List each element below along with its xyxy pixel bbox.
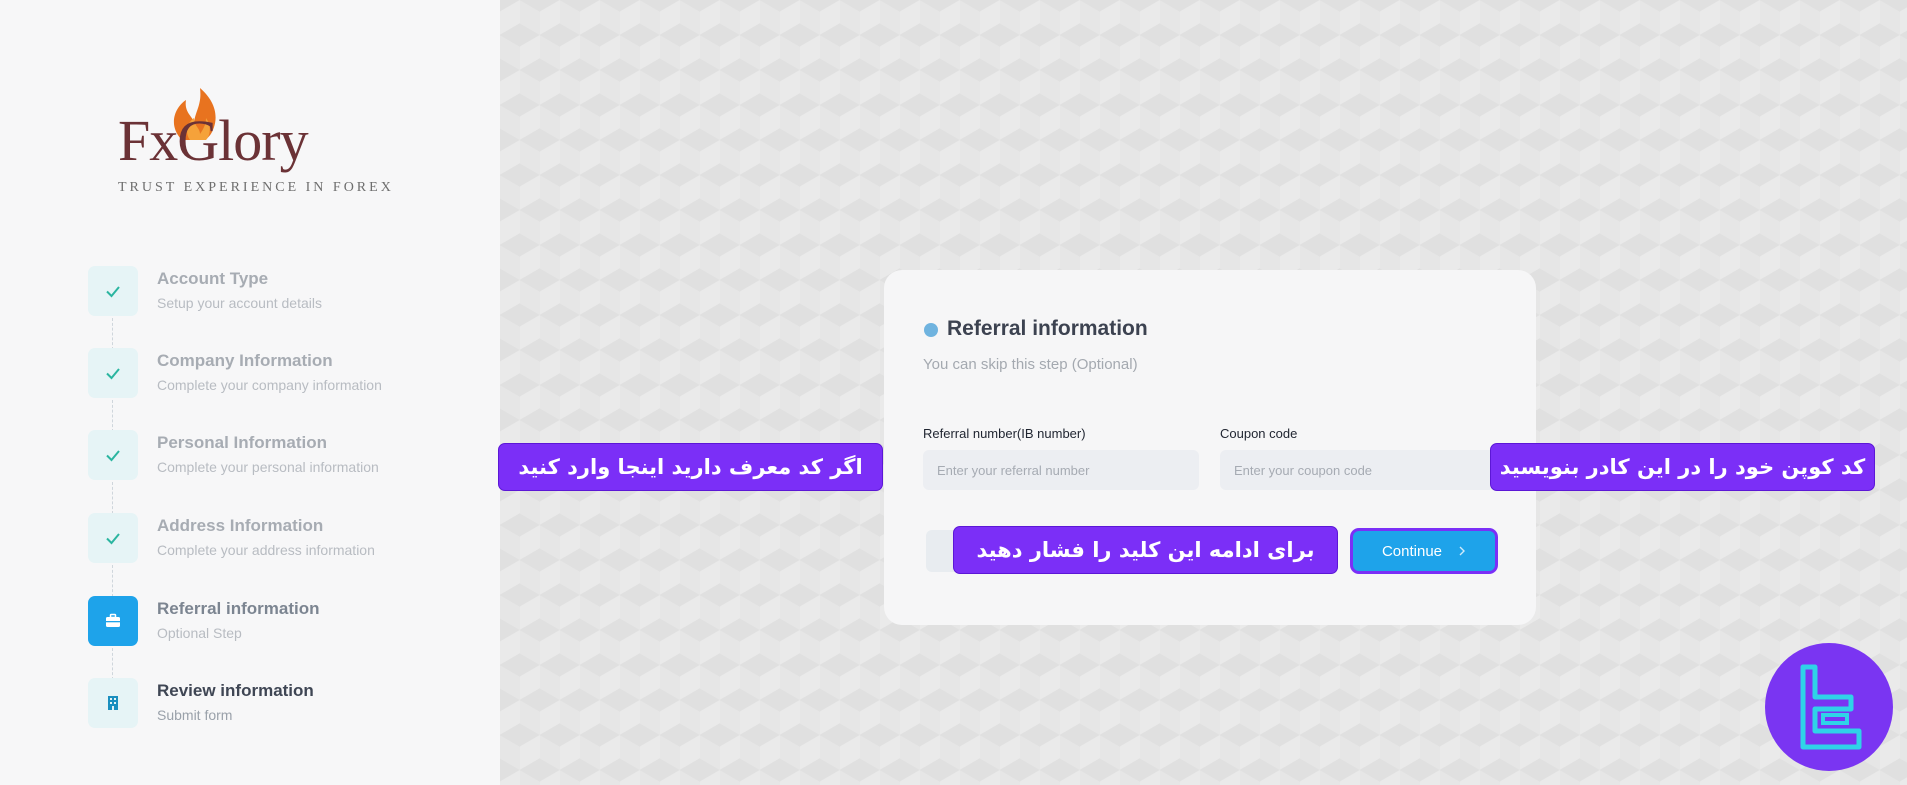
briefcase-icon — [106, 613, 120, 627]
step-title: Review information — [157, 681, 314, 700]
step-personal-information[interactable]: Personal Information Complete your perso… — [88, 430, 468, 486]
step-subtitle: Complete your address information — [157, 542, 375, 558]
referral-callout: اگر کد معرف دارید اینجا وارد کنید — [498, 443, 883, 491]
step-referral-information[interactable]: Referral information Optional Step — [88, 596, 468, 652]
chevron-right-icon — [1459, 546, 1466, 556]
continue-callout: برای ادامه این کلید را فشار دهید — [953, 526, 1338, 574]
card-title: Referral information — [947, 317, 1148, 340]
coupon-callout: کد کوپن خود را در این کادر بنویسید — [1490, 443, 1875, 491]
building-icon — [108, 696, 118, 710]
step-title: Account Type — [157, 269, 269, 288]
step-connector — [112, 648, 113, 680]
referral-number-input[interactable] — [923, 450, 1199, 490]
referral-label: Referral number(IB number) — [923, 426, 1086, 441]
tc-logo-icon — [1800, 664, 1862, 750]
step-subtitle: Complete your company information — [157, 377, 382, 393]
step-subtitle: Complete your personal information — [157, 459, 379, 475]
step-review-information[interactable]: Review information Submit form — [88, 678, 468, 734]
step-connector — [112, 482, 113, 514]
step-title: Company Information — [157, 351, 333, 370]
check-icon — [106, 533, 120, 545]
step-status-box — [88, 596, 138, 646]
logo-tagline: TRUST EXPERIENCE IN FOREX — [118, 180, 394, 195]
step-status-box — [88, 266, 138, 316]
step-status-box — [88, 678, 138, 728]
step-status-box — [88, 513, 138, 563]
step-company-information[interactable]: Company Information Complete your compan… — [88, 348, 468, 404]
step-connector — [112, 565, 113, 597]
check-icon — [106, 368, 120, 380]
fxglory-logo: FxGlory TRUST EXPERIENCE IN FOREX — [112, 82, 391, 202]
continue-highlight: Continue — [1350, 528, 1498, 574]
step-subtitle: Optional Step — [157, 625, 242, 641]
step-subtitle: Setup your account details — [157, 295, 322, 311]
step-account-type[interactable]: Account Type Setup your account details — [88, 266, 468, 322]
continue-button[interactable]: Continue — [1353, 531, 1495, 571]
sidebar: FxGlory TRUST EXPERIENCE IN FOREX Accoun… — [0, 0, 500, 785]
logo-wordmark: FxGlory — [118, 108, 309, 173]
step-status-box — [88, 430, 138, 480]
step-title: Referral information — [157, 599, 320, 618]
card-subtitle: You can skip this step (Optional) — [923, 356, 1138, 373]
step-connector — [112, 318, 113, 350]
coupon-code-input[interactable] — [1220, 450, 1496, 490]
step-address-information[interactable]: Address Information Complete your addres… — [88, 513, 468, 569]
step-title: Personal Information — [157, 433, 328, 452]
step-title: Address Information — [157, 516, 324, 535]
step-subtitle: Submit form — [157, 707, 233, 723]
check-icon — [106, 450, 120, 462]
step-connector — [112, 400, 113, 432]
step-status-box — [88, 348, 138, 398]
section-dot-icon — [924, 323, 938, 337]
coupon-label: Coupon code — [1220, 426, 1298, 441]
continue-label: Continue — [1381, 542, 1443, 560]
check-icon — [106, 286, 120, 298]
brand-logo-badge — [1765, 643, 1893, 771]
